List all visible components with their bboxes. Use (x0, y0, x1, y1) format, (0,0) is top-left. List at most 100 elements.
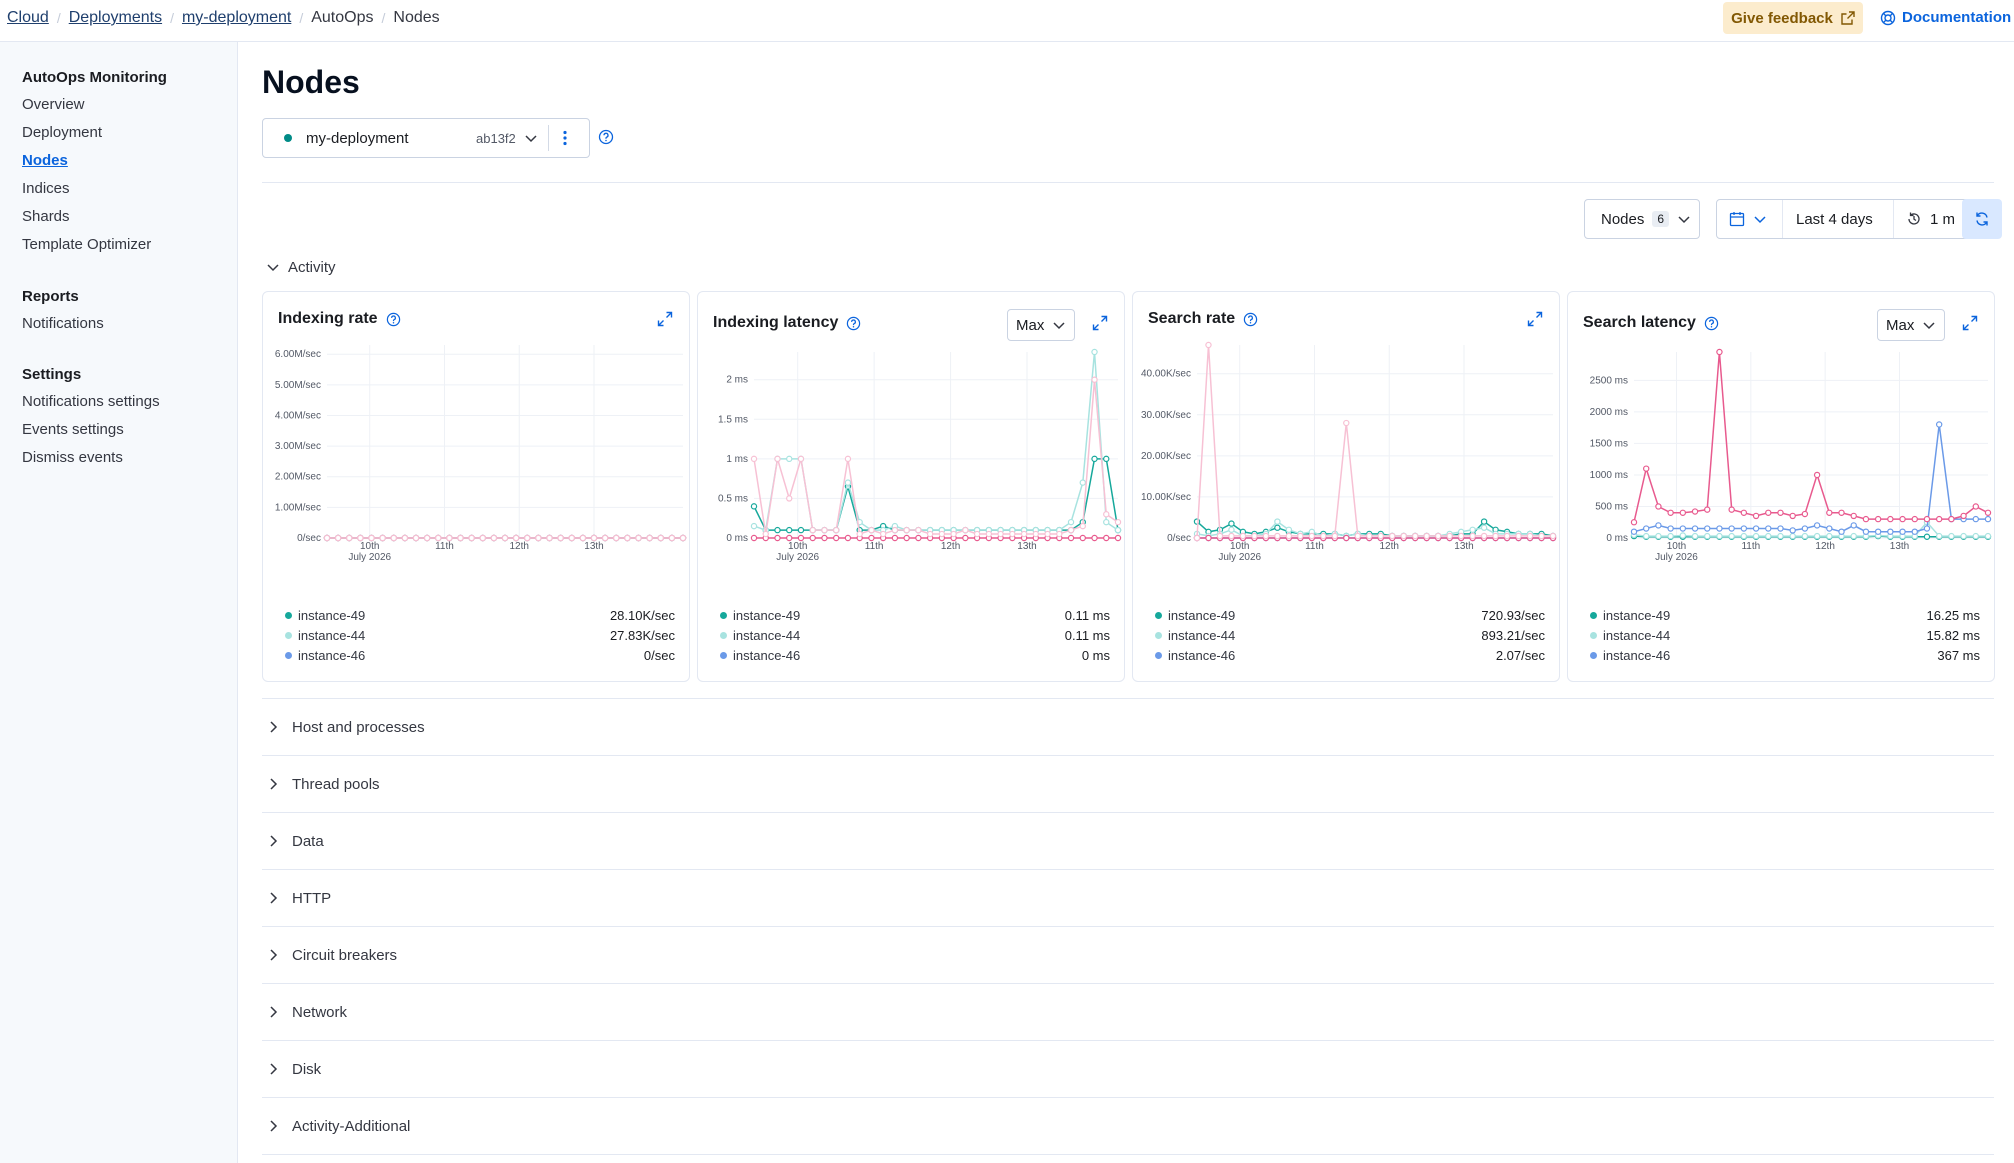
data-point (903, 534, 910, 542)
section-host-and-processes[interactable]: Host and processes (262, 699, 1994, 756)
data-point (1480, 518, 1488, 525)
chevron-down-icon[interactable] (524, 131, 538, 145)
sidebar-item-deployment[interactable]: Deployment (22, 123, 167, 151)
data-point (1655, 532, 1662, 540)
more-vertical-icon[interactable] (563, 130, 567, 146)
legend-value: 16.25 ms (1926, 607, 1980, 623)
legend-item[interactable]: instance-49 0.11 ms (720, 605, 1110, 625)
section-activity[interactable]: Activity (262, 252, 1994, 282)
question-circle-icon[interactable] (1704, 316, 1719, 331)
sidebar-item-notifications-settings[interactable]: Notifications settings (22, 392, 160, 420)
legend-item[interactable]: instance-49 16.25 ms (1590, 605, 1980, 625)
time-range-label[interactable]: Last 4 days (1783, 211, 1893, 228)
data-point (1503, 532, 1511, 540)
legend-item[interactable]: instance-46 0/sec (285, 645, 675, 665)
y-tick-label: 1000 ms (1590, 470, 1628, 481)
nodes-filter-button[interactable]: Nodes 6 (1584, 199, 1700, 239)
data-point (1777, 532, 1784, 540)
legend-item[interactable]: instance-44 0.11 ms (720, 625, 1110, 645)
question-circle-icon[interactable] (386, 312, 401, 327)
sidebar-item-overview[interactable]: Overview (22, 95, 167, 123)
x-sub-label: July 2026 (776, 552, 819, 563)
sidebar-item-notifications[interactable]: Notifications (22, 314, 104, 342)
refresh-interval-button[interactable]: 1 m (1893, 200, 1955, 238)
data-point (1826, 532, 1833, 540)
legend-item[interactable]: instance-46 367 ms (1590, 645, 1980, 665)
sidebar-group-title: Settings (22, 366, 82, 383)
legend-item[interactable]: instance-46 0 ms (720, 645, 1110, 665)
section-circuit-breakers[interactable]: Circuit breakers (262, 927, 1994, 984)
data-point (1480, 524, 1488, 531)
section-http[interactable]: HTTP (262, 870, 1994, 927)
expand-icon[interactable] (1527, 311, 1543, 327)
data-point (1728, 525, 1735, 532)
legend-item[interactable]: instance-46 2.07/sec (1155, 645, 1545, 665)
y-tick-label: 1.5 ms (718, 414, 748, 425)
quick-select-button[interactable] (1717, 200, 1783, 238)
data-point (1984, 515, 1992, 523)
breadcrumb-cloud[interactable]: Cloud (7, 9, 49, 27)
data-point (962, 526, 969, 534)
data-point (844, 479, 852, 486)
question-circle-icon[interactable] (846, 316, 861, 331)
nodes-count-badge: 6 (1652, 211, 1670, 227)
sidebar-item-indices[interactable]: Indices (22, 179, 167, 207)
x-sub-label: July 2026 (1655, 552, 1698, 563)
expand-icon[interactable] (1962, 315, 1978, 331)
data-point (1716, 532, 1723, 540)
section-disk[interactable]: Disk (262, 1041, 1994, 1098)
legend-item[interactable]: instance-44 15.82 ms (1590, 625, 1980, 645)
sidebar-item-template-optimizer[interactable]: Template Optimizer (22, 235, 167, 263)
data-point (568, 534, 575, 542)
breadcrumb-deployments[interactable]: Deployments (69, 9, 162, 27)
chevron-right-icon (270, 721, 278, 733)
legend-name: instance-49 (298, 607, 366, 623)
y-tick-label: 2500 ms (1590, 375, 1628, 386)
expand-icon[interactable] (657, 311, 673, 327)
documentation-link[interactable]: Documentation (1880, 9, 2011, 26)
data-point (1740, 509, 1748, 516)
data-point (1549, 532, 1557, 540)
deployment-selector[interactable]: my-deployment ab13f2 (262, 118, 590, 158)
legend-value: 0.11 ms (1064, 607, 1110, 623)
breadcrumb-my-deployment[interactable]: my-deployment (182, 9, 291, 27)
data-point (1526, 532, 1534, 540)
legend-item[interactable]: instance-44 27.83K/sec (285, 625, 675, 645)
sidebar: AutoOps Monitoring Overview Deployment N… (0, 42, 238, 1163)
question-circle-icon[interactable] (598, 129, 614, 145)
x-tick-label: 12th (1815, 541, 1834, 552)
panel-title-text: Search latency (1583, 314, 1696, 331)
data-point (1752, 525, 1760, 532)
data-point (1457, 532, 1465, 540)
data-point (1972, 503, 1979, 510)
legend-item[interactable]: instance-49 720.93/sec (1155, 605, 1545, 625)
data-point (1446, 532, 1453, 540)
sidebar-item-events-settings[interactable]: Events settings (22, 420, 160, 448)
data-point (1285, 532, 1293, 540)
legend-item[interactable]: instance-44 893.21/sec (1155, 625, 1545, 645)
data-point (903, 526, 910, 534)
section-network[interactable]: Network (262, 984, 1994, 1041)
data-point (1801, 510, 1809, 518)
sidebar-item-shards[interactable]: Shards (22, 207, 167, 235)
section-data[interactable]: Data (262, 813, 1994, 870)
question-circle-icon[interactable] (1243, 312, 1258, 327)
data-point (1297, 532, 1304, 540)
refresh-button[interactable] (1962, 199, 2002, 239)
sidebar-item-nodes[interactable]: Nodes (22, 151, 167, 179)
expand-icon[interactable] (1092, 315, 1108, 331)
data-point (832, 534, 840, 542)
legend-item[interactable]: instance-49 28.10K/sec (285, 605, 675, 625)
section-thread-pools[interactable]: Thread pools (262, 756, 1994, 813)
data-point (750, 455, 758, 463)
sidebar-item-dismiss-events[interactable]: Dismiss events (22, 448, 160, 476)
give-feedback-button[interactable]: Give feedback (1723, 2, 1863, 34)
data-point (1691, 508, 1699, 515)
section-activity-additional[interactable]: Activity-Additional (262, 1098, 1994, 1155)
panel-title: Search rate (1148, 310, 1258, 328)
chevron-down-icon (1053, 322, 1065, 330)
y-tick-label: 1.00M/sec (275, 502, 321, 513)
data-point (1411, 532, 1419, 540)
data-point (1679, 509, 1687, 516)
data-point (1850, 532, 1857, 540)
